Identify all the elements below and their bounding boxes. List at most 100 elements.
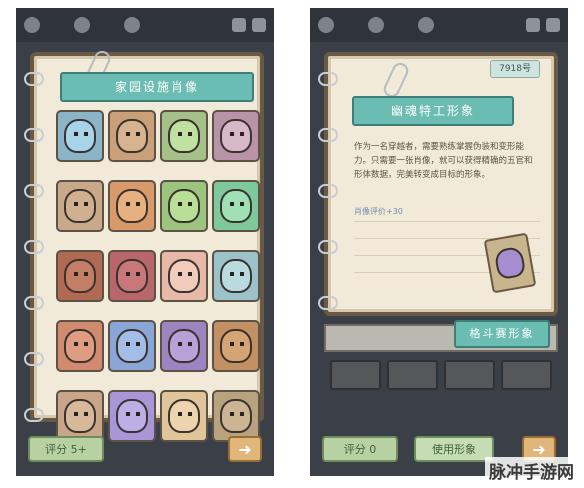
character-face-icon	[116, 329, 148, 363]
thumbnail-row	[324, 360, 558, 390]
paper-line	[354, 221, 540, 222]
portrait-tile[interactable]	[160, 390, 208, 442]
poop-icon[interactable]	[24, 17, 40, 33]
portrait-card[interactable]	[483, 232, 537, 294]
portrait-tile[interactable]	[56, 390, 104, 442]
portrait-title-banner: 幽魂特工形象	[352, 96, 514, 126]
site-watermark: 脉冲手游网	[485, 457, 578, 484]
portrait-grid	[56, 110, 260, 442]
character-face-icon	[64, 259, 96, 293]
eyes-icon	[178, 272, 192, 276]
chat-bubble-icon[interactable]	[368, 17, 384, 33]
portrait-tile[interactable]	[160, 110, 208, 162]
portrait-description: 作为一名穿越者，需要熟练掌握伪装和变形能力。只需要一张肖像，就可以获得精确的五官…	[354, 142, 533, 180]
character-face-icon	[116, 189, 148, 223]
eyes-icon	[178, 202, 192, 206]
binder-ring	[24, 240, 44, 254]
gear-icon[interactable]	[252, 18, 266, 32]
character-face-icon	[168, 259, 200, 293]
binder-ring	[318, 240, 338, 254]
portrait-tile[interactable]	[160, 320, 208, 372]
character-face-icon	[64, 399, 96, 433]
character-face-icon	[64, 119, 96, 153]
portrait-tile[interactable]	[56, 250, 104, 302]
portrait-tile[interactable]	[212, 250, 260, 302]
character-face-icon	[493, 245, 527, 281]
portrait-tile[interactable]	[56, 180, 104, 232]
eyes-icon	[126, 132, 140, 136]
character-face-icon	[220, 259, 252, 293]
character-face-icon	[168, 189, 200, 223]
binder-ring	[318, 72, 338, 86]
eyes-icon	[230, 412, 244, 416]
fighting-style-banner[interactable]: 格斗赛形象	[454, 320, 550, 348]
character-face-icon	[220, 119, 252, 153]
eyes-icon	[74, 342, 88, 346]
eyes-icon	[74, 412, 88, 416]
rating-text: 肖像评价+30	[354, 207, 403, 216]
binder-ring	[318, 128, 338, 142]
character-face-icon	[168, 119, 200, 153]
top-bar	[310, 8, 568, 42]
portrait-tile[interactable]	[160, 250, 208, 302]
character-face-icon	[168, 329, 200, 363]
right-screen: 7918号 幽魂特工形象 作为一名穿越者，需要熟练掌握伪装和变形能力。只需要一张…	[310, 8, 568, 476]
eyes-icon	[178, 132, 192, 136]
gallery-icon[interactable]	[526, 18, 540, 32]
binder-ring	[24, 128, 44, 142]
portrait-tile[interactable]	[108, 110, 156, 162]
character-face-icon	[220, 399, 252, 433]
portrait-tile[interactable]	[160, 180, 208, 232]
portrait-tile[interactable]	[56, 320, 104, 372]
eyes-icon	[230, 132, 244, 136]
next-arrow-button[interactable]: ➜	[228, 436, 262, 462]
portrait-tile[interactable]	[56, 110, 104, 162]
binder-ring	[24, 352, 44, 366]
score-button[interactable]: 评分 5+	[28, 436, 104, 462]
eyes-icon	[74, 272, 88, 276]
binder-ring	[318, 184, 338, 198]
page-number-tab: 7918号	[490, 60, 540, 78]
binder-ring	[24, 408, 44, 422]
eyes-icon	[126, 202, 140, 206]
binder-ring	[24, 72, 44, 86]
gear-icon[interactable]	[546, 18, 560, 32]
portrait-tile[interactable]	[212, 110, 260, 162]
portrait-tile[interactable]	[108, 390, 156, 442]
gallery-icon[interactable]	[232, 18, 246, 32]
portrait-tile[interactable]	[108, 250, 156, 302]
portrait-tile[interactable]	[108, 180, 156, 232]
use-portrait-button[interactable]: 使用形象	[414, 436, 494, 462]
eyes-icon	[74, 132, 88, 136]
portrait-tile[interactable]	[212, 320, 260, 372]
binder-ring	[24, 184, 44, 198]
character-face-icon	[116, 119, 148, 153]
binder-rings	[318, 72, 338, 310]
character-face-icon	[64, 189, 96, 223]
eyes-icon	[230, 342, 244, 346]
chat-bubble-icon[interactable]	[124, 17, 140, 33]
thumbnail-slot[interactable]	[444, 360, 495, 390]
chat-bubble-icon[interactable]	[74, 17, 90, 33]
character-face-icon	[220, 189, 252, 223]
portrait-tile[interactable]	[108, 320, 156, 372]
eyes-icon	[230, 272, 244, 276]
portrait-album: 家园设施肖像	[24, 48, 264, 442]
thumbnail-slot[interactable]	[501, 360, 552, 390]
thumbnail-slot[interactable]	[387, 360, 438, 390]
character-face-icon	[220, 329, 252, 363]
character-face-icon	[168, 399, 200, 433]
left-screen: 家园设施肖像 评分 5+ ➜	[16, 8, 274, 476]
character-face-icon	[116, 399, 148, 433]
thumbnail-slot[interactable]	[330, 360, 381, 390]
portrait-tile[interactable]	[212, 390, 260, 442]
chat-bubble-icon[interactable]	[418, 17, 434, 33]
binder-ring	[24, 296, 44, 310]
poop-icon[interactable]	[318, 17, 334, 33]
score-button[interactable]: 评分 0	[322, 436, 398, 462]
eyes-icon	[178, 342, 192, 346]
eyes-icon	[126, 342, 140, 346]
portrait-tile[interactable]	[212, 180, 260, 232]
eyes-icon	[230, 202, 244, 206]
character-face-icon	[116, 259, 148, 293]
